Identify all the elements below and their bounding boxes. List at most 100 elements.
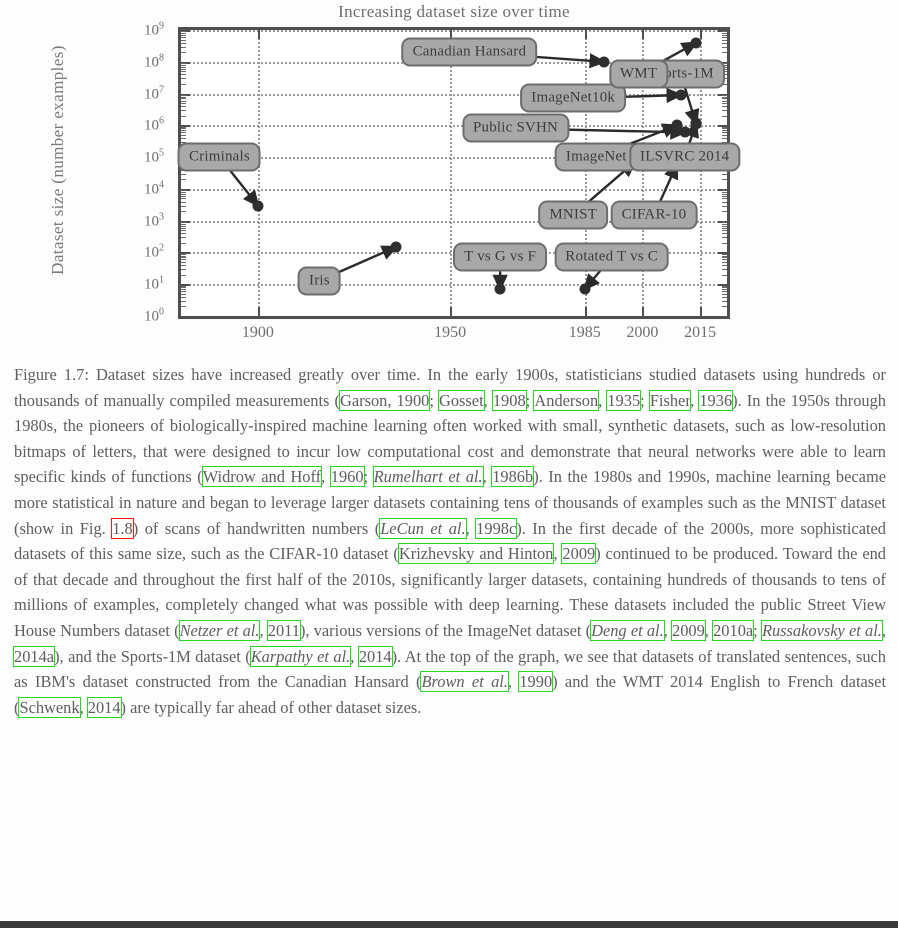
caption-text: , (321, 467, 331, 487)
gridline-horizontal (181, 30, 727, 32)
citation-link[interactable]: 2014 (357, 645, 393, 667)
page-bottom-rule (0, 921, 898, 928)
citation-link[interactable]: 1998c (475, 517, 518, 539)
citation-link[interactable]: Widrow and Hoff (201, 466, 323, 488)
citation-link[interactable]: Russakovsky et al. (760, 619, 883, 641)
data-point-t-vs-g-vs-f (494, 283, 506, 295)
y-tick-minor (181, 39, 186, 41)
y-tick-label-8: 108 (144, 52, 164, 71)
y-tick-minor (181, 269, 186, 271)
y-tick-minor (722, 255, 727, 257)
citation-link[interactable]: 1986b (491, 466, 535, 488)
point-label-rotated-t-vs-c: Rotated T vs C (554, 242, 669, 272)
x-tick-mark (450, 307, 453, 316)
y-tick-minor (722, 227, 727, 229)
citation-link[interactable]: Karpathy et al. (249, 645, 352, 667)
data-point-rotated-t-vs-c (579, 283, 591, 295)
caption-text: , (465, 518, 477, 538)
y-tick-minor (181, 230, 186, 232)
gridline-horizontal (181, 188, 727, 191)
y-tick-minor (722, 42, 727, 44)
y-tick-minor (181, 296, 186, 298)
y-tick-minor (181, 78, 186, 80)
caption-text: , (482, 467, 493, 487)
y-tick-minor (181, 179, 186, 181)
figure-reference-link[interactable]: 1.8 (111, 517, 134, 539)
citation-link[interactable]: Schwenk (18, 696, 81, 718)
y-tick-minor (181, 306, 186, 308)
citation-link[interactable]: Garson, 1900 (338, 389, 431, 411)
citation-link[interactable]: 1936 (698, 389, 734, 411)
y-tick-minor (722, 103, 727, 105)
y-tick-minor (181, 291, 186, 293)
x-tick-mark (257, 307, 260, 316)
citation-link[interactable]: 2011 (266, 619, 301, 641)
document-page: Dataset size (number examples) Increasin… (0, 0, 898, 928)
x-tick-mark (700, 30, 703, 39)
y-tick-minor (722, 195, 727, 197)
citation-link[interactable]: Rumelhart et al. (372, 466, 484, 488)
caption-text: , (259, 620, 268, 640)
citation-link[interactable]: 2014 (86, 696, 122, 718)
y-tick-label-0: 100 (144, 306, 164, 325)
citation-link[interactable]: LeCun et al. (379, 517, 467, 539)
citation-link[interactable]: Fisher (648, 389, 692, 411)
citation-link[interactable]: Gosset (438, 389, 485, 411)
chart-title: Increasing dataset size over time (338, 2, 570, 21)
citation-link[interactable]: Deng et al. (590, 619, 665, 641)
y-tick-minor (181, 191, 186, 193)
y-tick-minor (181, 300, 186, 302)
citation-link[interactable]: 2014a (12, 645, 56, 667)
y-tick-minor (181, 253, 186, 255)
y-tick-minor (722, 190, 727, 192)
data-point-wmt (690, 37, 702, 49)
citation-link[interactable]: 1990 (518, 671, 554, 693)
citation-link[interactable]: 1908 (491, 389, 527, 411)
y-tick-minor (722, 291, 727, 293)
y-tick-minor (722, 33, 727, 35)
citation-link[interactable]: Brown et al. (420, 671, 509, 693)
y-tick-minor (722, 126, 727, 128)
y-tick-minor (181, 128, 186, 130)
gridline-vertical (257, 30, 260, 316)
figure-dataset-size: Dataset size (number examples) Increasin… (0, 0, 898, 352)
data-point-sports-1m (690, 118, 702, 130)
y-tick-minor (722, 300, 727, 302)
y-tick-minor (722, 39, 727, 41)
y-tick-label-5: 105 (144, 147, 164, 166)
citation-link[interactable]: 1935 (606, 389, 642, 411)
y-tick-minor (722, 287, 727, 289)
y-tick-minor (722, 242, 727, 244)
point-label-criminals: Criminals (177, 142, 261, 172)
x-tick-label-1900: 1900 (241, 324, 274, 341)
y-tick-minor (181, 68, 186, 70)
y-tick-minor (181, 115, 186, 117)
y-tick-minor (722, 293, 727, 295)
x-tick-label-1950: 1950 (434, 324, 467, 341)
y-tick-minor (181, 173, 186, 175)
data-point-public-svhn (679, 126, 691, 138)
citation-link[interactable]: Krizhevsky and Hinton (397, 543, 555, 565)
point-label-iris: Iris (298, 266, 341, 296)
citation-link[interactable]: 2010a (712, 619, 755, 641)
citation-link[interactable]: Anderson (533, 389, 600, 411)
caption-text: ), and the Sports-1M dataset ( (54, 646, 251, 666)
caption-text: ) are typically far ahead of other datas… (120, 697, 422, 717)
y-tick-label-2: 102 (144, 242, 164, 261)
citation-link[interactable]: 2009 (671, 619, 706, 641)
citation-link[interactable]: 2009 (561, 543, 597, 565)
x-tick-mark (700, 307, 703, 316)
y-tick-minor (181, 242, 186, 244)
caption-text: ), various versions of the ImageNet data… (299, 620, 592, 640)
y-tick-minor (181, 46, 186, 48)
citation-link[interactable]: 1960 (329, 466, 365, 488)
citation-link[interactable]: Netzer et al. (178, 619, 261, 641)
y-tick-minor (722, 132, 727, 134)
y-tick-minor (722, 201, 727, 203)
y-tick-minor (722, 128, 727, 130)
y-tick-minor (181, 71, 186, 73)
y-tick-minor (181, 42, 186, 44)
y-tick-minor (181, 201, 186, 203)
y-tick-minor (181, 31, 186, 33)
x-tick-label-2015: 2015 (684, 324, 717, 341)
